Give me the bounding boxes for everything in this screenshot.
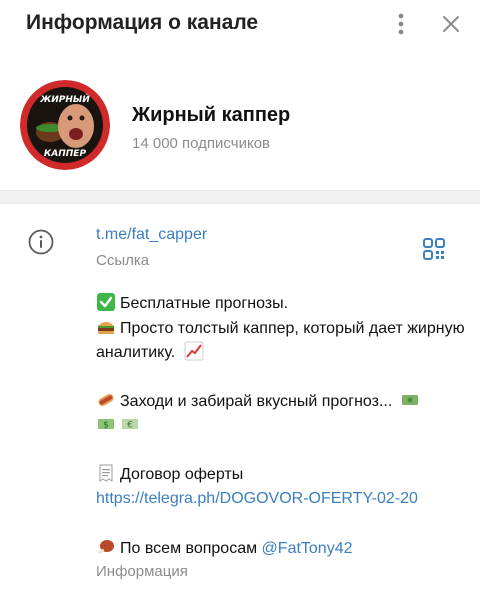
chart-increasing-icon: [184, 341, 204, 361]
channel-avatar[interactable]: ЖИРНЫЙ КАППЕР: [20, 80, 110, 170]
check-mark-icon: [97, 293, 115, 311]
more-vertical-icon: [398, 13, 404, 35]
description-line-2: Просто толстый каппер, который дает жирн…: [96, 317, 466, 365]
close-button[interactable]: [437, 10, 465, 38]
offer-link[interactable]: https://telegra.ph/DOGOVOR-OFERTY-02-20: [96, 490, 418, 507]
svg-text:КАППЕР: КАППЕР: [44, 149, 87, 159]
description-line-4: Договор оферты https://telegra.ph/DOGOVO…: [96, 463, 466, 511]
hot-dog-icon: [98, 394, 114, 406]
channel-name: Жирный каппер: [132, 104, 291, 126]
subscriber-count: 14 000 подписчиков: [132, 135, 271, 152]
info-label: Информация: [96, 563, 188, 580]
burger-icon: [98, 322, 114, 334]
window-title: Информация о канале: [26, 11, 259, 34]
info-icon: [28, 229, 54, 255]
section-divider: [0, 190, 480, 204]
svg-text:€: €: [127, 421, 133, 431]
money-with-wings-icon: [401, 395, 418, 405]
receipt-icon: [99, 464, 113, 482]
close-icon: [443, 16, 459, 32]
more-options-button[interactable]: [387, 10, 415, 38]
channel-profile: ЖИРНЫЙ КАППЕР Жирный каппер 14 000 подпи…: [0, 60, 480, 190]
description-line-3: Заходи и забирай вкусный прогноз... $ €: [96, 390, 466, 438]
link-label: Ссылка: [96, 252, 150, 269]
euro-banknote-icon: €: [122, 419, 138, 431]
svg-text:$: $: [103, 421, 109, 431]
contact-mention[interactable]: @FatTony42: [262, 540, 353, 557]
window-header: Информация о канале: [0, 0, 480, 48]
dollar-banknote-icon: $: [98, 419, 114, 431]
qr-code-icon[interactable]: [422, 237, 446, 261]
channel-link[interactable]: t.me/fat_capper: [96, 226, 207, 244]
description-line-5: По всем вопросам @FatTony42: [96, 537, 466, 561]
description-line-1: Бесплатные прогнозы.: [96, 292, 466, 316]
svg-text:ЖИРНЫЙ: ЖИРНЫЙ: [39, 93, 90, 105]
meat-on-bone-icon: [98, 540, 114, 554]
